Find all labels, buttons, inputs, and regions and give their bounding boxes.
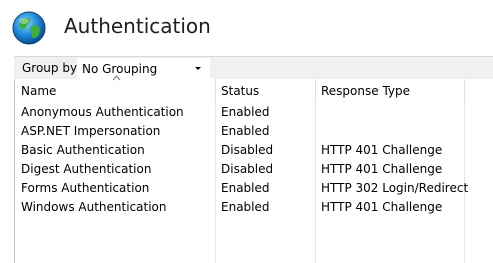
feature-status: Disabled [221,143,274,157]
column-divider[interactable] [464,79,465,101]
feature-status: Enabled [221,181,270,195]
feature-name: ASP.NET Impersonation [21,124,161,138]
globe-icon [12,11,46,45]
group-by-dropdown[interactable]: No Grouping [77,58,210,79]
feature-response-type: HTTP 401 Challenge [321,200,443,214]
dropdown-arrow-icon [195,67,201,70]
page-title: Authentication [64,14,211,38]
feature-name: Anonymous Authentication [21,105,184,119]
table-row[interactable]: Digest Authentication Disabled HTTP 401 … [15,160,493,179]
feature-status: Enabled [221,124,270,138]
page-header: Authentication [0,0,493,56]
feature-status: Disabled [221,162,274,176]
table-row[interactable]: Windows Authentication Enabled HTTP 401 … [15,198,493,217]
feature-response-type: HTTP 401 Challenge [321,143,443,157]
group-by-value: No Grouping [82,62,158,76]
features-list: Name Status Response Type Anonymous Auth… [14,75,493,263]
feature-response-type: HTTP 302 Login/Redirect [321,181,469,195]
column-header-response-type[interactable]: Response Type [321,84,410,98]
feature-status: Enabled [221,105,270,119]
feature-name: Basic Authentication [21,143,145,157]
table-row[interactable]: Anonymous Authentication Enabled [15,103,493,122]
column-header-row: Name Status Response Type [15,75,493,101]
group-by-toolbar: Group by: No Grouping [14,56,493,79]
feature-name: Digest Authentication [21,162,152,176]
column-divider[interactable] [315,79,316,101]
group-by-label: Group by: [22,61,81,75]
column-header-name[interactable]: Name [21,84,56,98]
table-row[interactable]: Basic Authentication Disabled HTTP 401 C… [15,141,493,160]
feature-status: Enabled [221,200,270,214]
column-header-status[interactable]: Status [221,84,259,98]
sort-ascending-icon [112,75,121,81]
column-divider[interactable] [215,79,216,101]
feature-name: Forms Authentication [21,181,150,195]
table-row[interactable]: Forms Authentication Enabled HTTP 302 Lo… [15,179,493,198]
feature-response-type: HTTP 401 Challenge [321,162,443,176]
feature-name: Windows Authentication [21,200,167,214]
table-row[interactable]: ASP.NET Impersonation Enabled [15,122,493,141]
